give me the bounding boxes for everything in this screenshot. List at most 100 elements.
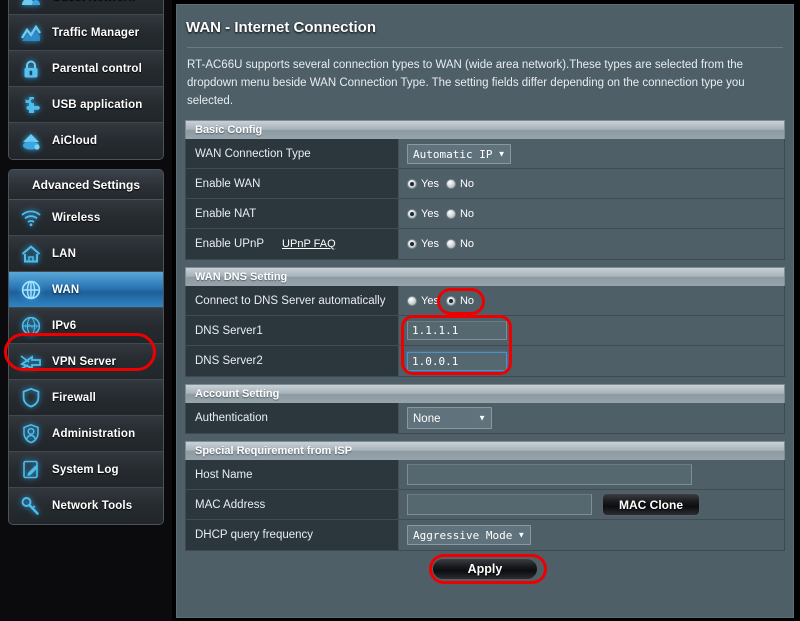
radio-dot [446, 179, 456, 189]
sidebar-item-label: System Log [52, 464, 119, 476]
sidebar-item-label: AiCloud [52, 135, 97, 147]
row-host-name: Host Name [186, 460, 784, 490]
radio-dot [407, 296, 417, 306]
sidebar-item-label: WAN [52, 284, 79, 296]
sidebar-item-network-tools[interactable]: Network Tools [9, 488, 163, 524]
row-label: DNS Server2 [186, 346, 399, 376]
sidebar-item-ipv6[interactable]: IPv6 IPv6 [9, 308, 163, 344]
auto-dns-yes-radio[interactable]: Yes [407, 295, 439, 307]
row-label: MAC Address [186, 490, 399, 519]
row-wan-connection-type: WAN Connection Type Automatic IP ▼ [186, 139, 784, 169]
shield-icon [18, 385, 44, 411]
radio-dot [446, 209, 456, 219]
wan-connection-type-select-wrap[interactable]: Automatic IP ▼ [407, 144, 511, 164]
main-content-panel: WAN - Internet Connection RT-AC66U suppo… [176, 4, 794, 618]
apply-button[interactable]: Apply [432, 558, 538, 580]
row-mac-address: MAC Address MAC Clone [186, 490, 784, 520]
apply-button-container: Apply [177, 558, 793, 580]
enable-upnp-yes-radio[interactable]: Yes [407, 238, 439, 250]
sidebar-group-advanced: Advanced Settings Wireless LAN WAN [8, 169, 164, 525]
enable-wan-no-radio[interactable]: No [446, 178, 474, 190]
radio-dot [407, 239, 417, 249]
row-dns-server1: DNS Server1 [186, 316, 784, 346]
section-body: WAN Connection Type Automatic IP ▼ Enabl… [185, 139, 785, 260]
section-body: Authentication None ▼ [185, 403, 785, 434]
enable-nat-yes-radio[interactable]: Yes [407, 208, 439, 220]
radio-dot [407, 179, 417, 189]
radio-label: No [460, 238, 474, 250]
sidebar-item-label: Firewall [52, 392, 96, 404]
section-body: Connect to DNS Server automatically Yes … [185, 286, 785, 377]
section-wan-dns: WAN DNS Setting Connect to DNS Server au… [185, 267, 785, 377]
globe-icon [18, 277, 44, 303]
auto-dns-no-radio[interactable]: No [446, 295, 474, 307]
home-icon [18, 241, 44, 267]
row-label: Connect to DNS Server automatically [186, 286, 399, 315]
cloud-icon [18, 128, 44, 154]
radio-dot [446, 239, 456, 249]
row-value: Automatic IP ▼ [399, 139, 784, 168]
upnp-faq-link[interactable]: UPnP FAQ [282, 238, 336, 250]
row-value: MAC Clone [399, 490, 784, 519]
sidebar-item-firewall[interactable]: Firewall [9, 380, 163, 416]
sidebar-navigation: Guest Network Traffic Manager Parental c… [0, 0, 172, 621]
sidebar-item-traffic-manager[interactable]: Traffic Manager [9, 15, 163, 51]
sidebar-item-label: VPN Server [52, 356, 116, 368]
dhcp-query-select-wrap[interactable]: Aggressive Mode ▼ [407, 525, 531, 545]
row-authentication: Authentication None ▼ [186, 403, 784, 433]
wan-connection-type-select[interactable]: Automatic IP [407, 144, 511, 164]
row-label: DHCP query frequency [186, 520, 399, 550]
dhcp-query-select[interactable]: Aggressive Mode [407, 525, 531, 545]
router-admin-screen: Guest Network Traffic Manager Parental c… [0, 0, 800, 621]
row-value [399, 460, 784, 489]
enable-upnp-no-radio[interactable]: No [446, 238, 474, 250]
wifi-icon [18, 205, 44, 231]
enable-nat-radio-group: Yes No [407, 208, 474, 220]
row-dhcp-query-frequency: DHCP query frequency Aggressive Mode ▼ [186, 520, 784, 550]
enable-wan-radio-group: Yes No [407, 178, 474, 190]
section-body: Host Name MAC Address MAC Clone DHCP que… [185, 460, 785, 551]
authentication-select[interactable]: None [407, 407, 492, 429]
radio-dot [407, 209, 417, 219]
sidebar-item-administration[interactable]: Administration [9, 416, 163, 452]
row-enable-upnp: Enable UPnP UPnP FAQ Yes No [186, 229, 784, 259]
enable-wan-yes-radio[interactable]: Yes [407, 178, 439, 190]
row-label-text: Enable UPnP [195, 238, 264, 250]
dns-server1-input[interactable] [407, 321, 507, 340]
row-label: Enable WAN [186, 169, 399, 198]
host-name-input[interactable] [407, 464, 692, 485]
svg-text:IPv6: IPv6 [25, 324, 38, 330]
authentication-select-wrap[interactable]: None ▼ [407, 407, 492, 429]
sidebar-item-system-log[interactable]: System Log [9, 452, 163, 488]
sidebar-item-vpn-server[interactable]: VPN Server [9, 344, 163, 380]
sidebar-group-primary: Guest Network Traffic Manager Parental c… [8, 0, 164, 160]
section-basic-config: Basic Config WAN Connection Type Automat… [185, 120, 785, 260]
sidebar-item-aicloud[interactable]: AiCloud [9, 123, 163, 159]
sidebar-item-wireless[interactable]: Wireless [9, 200, 163, 236]
row-label: Enable NAT [186, 199, 399, 228]
section-header: Special Requirement from ISP [185, 441, 785, 460]
sidebar-item-label: USB application [52, 99, 142, 111]
sidebar-item-label: Network Tools [52, 500, 132, 512]
puzzle-icon [18, 92, 44, 118]
radio-label: No [460, 295, 474, 307]
section-special-isp: Special Requirement from ISP Host Name M… [185, 441, 785, 551]
sidebar-item-label: Administration [52, 428, 135, 440]
row-dns-server2: DNS Server2 [186, 346, 784, 376]
mac-clone-button[interactable]: MAC Clone [602, 493, 700, 516]
sidebar-item-parental-control[interactable]: Parental control [9, 51, 163, 87]
row-value [399, 346, 784, 376]
dns-server2-input[interactable] [407, 352, 507, 371]
radio-label: Yes [421, 295, 439, 307]
sidebar-item-guest-network[interactable]: Guest Network [9, 0, 163, 15]
enable-nat-no-radio[interactable]: No [446, 208, 474, 220]
sidebar-item-usb-application[interactable]: USB application [9, 87, 163, 123]
auto-dns-radio-group: Yes No [407, 295, 474, 307]
sidebar-item-wan[interactable]: WAN [9, 272, 163, 308]
mac-address-input[interactable] [407, 494, 592, 515]
page-title: WAN - Internet Connection [177, 5, 793, 36]
sidebar-item-lan[interactable]: LAN [9, 236, 163, 272]
section-header: WAN DNS Setting [185, 267, 785, 286]
section-header: Basic Config [185, 120, 785, 139]
sidebar-item-label: IPv6 [52, 320, 76, 332]
